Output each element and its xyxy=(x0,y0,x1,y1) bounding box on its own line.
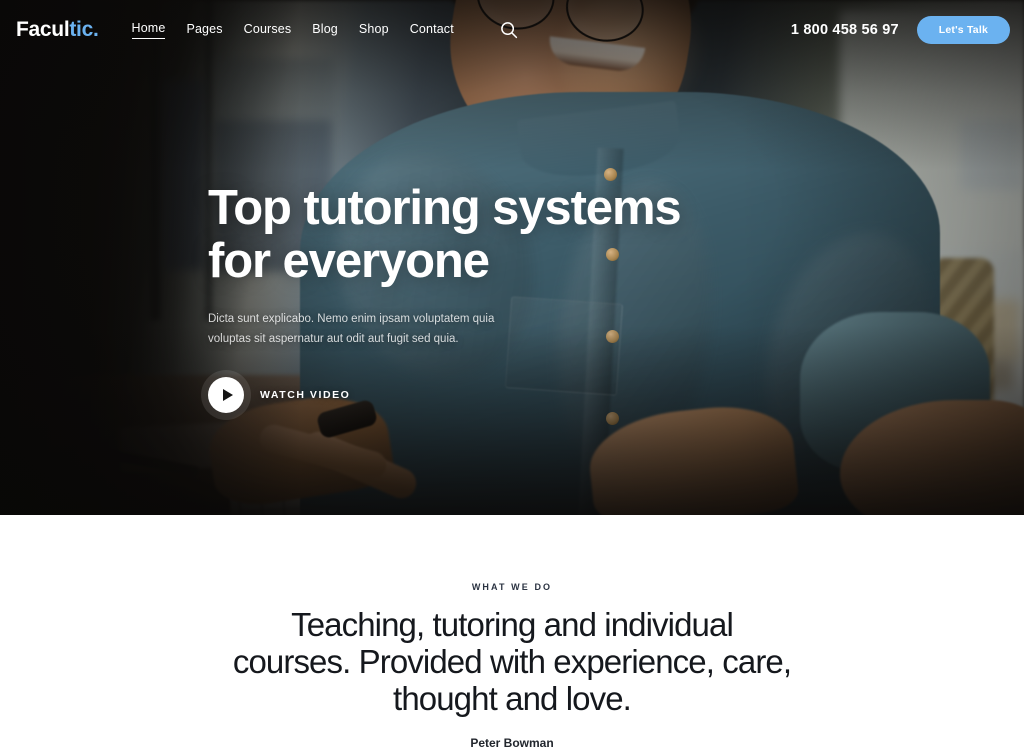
nav-item-contact[interactable]: Contact xyxy=(410,22,454,39)
what-we-do-section: WHAT WE DO Teaching, tutoring and indivi… xyxy=(0,515,1024,750)
search-icon[interactable] xyxy=(496,17,522,43)
hero-content: Top tutoring systems for everyone Dicta … xyxy=(208,181,808,414)
play-triangle xyxy=(222,389,233,402)
phone-number[interactable]: 1 800 458 56 97 xyxy=(791,22,899,38)
nav-item-home[interactable]: Home xyxy=(131,21,166,39)
hero-section: Facultic. Home Pages Courses Blog Shop C… xyxy=(0,0,1024,515)
watch-video-label: WATCH VIDEO xyxy=(260,389,351,402)
nav-item-pages[interactable]: Pages xyxy=(186,22,222,39)
watch-video-button[interactable]: WATCH VIDEO xyxy=(208,377,808,414)
nav-item-blog[interactable]: Blog xyxy=(312,22,338,39)
logo-accent-text: tic. xyxy=(69,18,99,41)
author-name: Peter Bowman xyxy=(470,735,554,750)
nav-item-courses[interactable]: Courses xyxy=(244,22,292,39)
hero-subtitle: Dicta sunt explicabo. Nemo enim ipsam vo… xyxy=(208,312,495,345)
lets-talk-button[interactable]: Let's Talk xyxy=(916,16,1010,44)
header-actions: 1 800 458 56 97 Let's Talk xyxy=(791,16,1010,44)
logo-primary-text: Facul xyxy=(16,18,70,41)
play-icon[interactable] xyxy=(208,377,244,414)
section-title: Teaching, tutoring and individual course… xyxy=(232,606,792,717)
hero-title: Top tutoring systems for everyone xyxy=(208,181,682,288)
site-header: Facultic. Home Pages Courses Blog Shop C… xyxy=(0,0,1024,60)
nav-item-shop[interactable]: Shop xyxy=(359,22,389,39)
main-navigation: Home Pages Courses Blog Shop Contact xyxy=(131,21,454,39)
section-eyebrow: WHAT WE DO xyxy=(471,582,553,592)
site-logo[interactable]: Facultic. xyxy=(16,18,99,42)
